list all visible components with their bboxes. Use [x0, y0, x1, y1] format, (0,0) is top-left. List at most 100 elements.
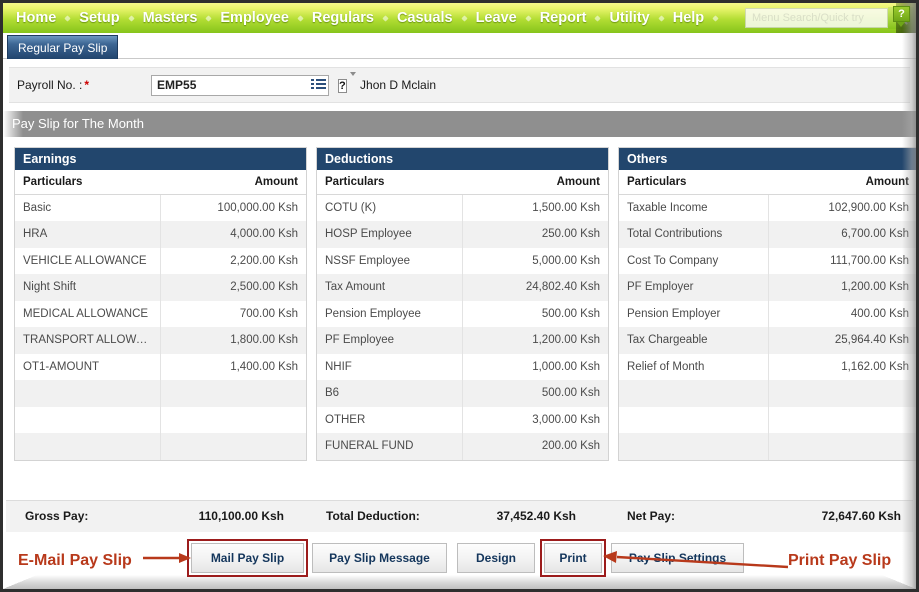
nav-item-casuals[interactable]: Casuals	[388, 3, 462, 33]
mail-pay-slip-button[interactable]: Mail Pay Slip	[191, 543, 304, 573]
nav-item-employee[interactable]: Employee	[211, 3, 298, 33]
table-row: OT1-AMOUNT 1,400.00 Ksh	[15, 353, 306, 380]
nav-item-regulars[interactable]: Regulars	[303, 3, 383, 33]
list-picker-icon[interactable]	[310, 77, 327, 94]
cell-amount: 250.00 Ksh	[462, 221, 608, 248]
tab-strip: Regular Pay Slip	[3, 33, 916, 59]
cell-particular	[15, 380, 161, 407]
deductions-table: Particulars Amount COTU (K) 1,500.00 Ksh …	[317, 170, 608, 460]
nav-item-report[interactable]: Report	[531, 3, 596, 33]
table-row: Pension Employee 500.00 Ksh	[317, 300, 608, 327]
table-row: HRA 4,000.00 Ksh	[15, 221, 306, 248]
annotation-email-pay-slip: E-Mail Pay Slip	[18, 552, 132, 569]
menu-search-input[interactable]	[745, 8, 888, 28]
cell-particular: Night Shift	[23, 281, 77, 294]
cell-amount: 1,162.00 Ksh	[767, 353, 916, 380]
page-title: Pay Slip for The Month	[3, 111, 916, 137]
table-header-row: Particulars Amount	[619, 170, 916, 195]
cell-particular: NHIF	[325, 360, 352, 373]
nav-item-leave[interactable]: Leave	[467, 3, 526, 33]
nav-item-home[interactable]: Home	[7, 3, 65, 33]
panel-earnings: Earnings Particulars Amount Basic 100,000…	[14, 147, 307, 461]
pay-slip-message-button[interactable]: Pay Slip Message	[312, 543, 447, 573]
cell-particular: Tax Amount	[325, 281, 386, 294]
table-row: NHIF 1,000.00 Ksh	[317, 353, 608, 380]
cell-amount: 500.00 Ksh	[462, 300, 608, 327]
cell-particular: Total Contributions	[627, 228, 723, 241]
cell-amount: 200.00 Ksh	[462, 433, 608, 460]
nav-item-masters[interactable]: Masters	[134, 3, 207, 33]
cell-amount: 1,500.00 Ksh	[462, 194, 608, 221]
table-row: Pension Employer 400.00 Ksh	[619, 300, 916, 327]
panel-deductions-title: Deductions	[317, 148, 608, 170]
cell-particular	[15, 407, 161, 434]
cell-amount: 3,000.00 Ksh	[462, 406, 608, 433]
gross-pay-value: 110,100.00 Ksh	[198, 509, 284, 523]
cell-particular: Pension Employee	[325, 307, 421, 320]
cell-amount: 111,700.00 Ksh	[767, 247, 916, 274]
table-row: VEHICLE ALLOWANCE 2,200.00 Ksh	[15, 247, 306, 274]
cell-particular: HRA	[23, 228, 48, 241]
total-deduction-label: Total Deduction:	[326, 509, 420, 523]
column-header-amount: Amount	[768, 170, 916, 195]
cell-amount: 400.00 Ksh	[767, 300, 916, 327]
cell-amount: 24,802.40 Ksh	[462, 274, 608, 301]
cell-amount: 1,000.00 Ksh	[462, 353, 608, 380]
cell-particular	[15, 433, 161, 460]
cell-particular: PF Employee	[325, 334, 395, 347]
cell-particular	[619, 380, 768, 407]
pay-slip-settings-button[interactable]: Pay Slip Settings	[611, 543, 744, 573]
print-button[interactable]: Print	[544, 543, 602, 573]
table-row-empty	[619, 433, 916, 460]
nav-separator-icon	[712, 14, 719, 22]
others-table-body: Taxable Income 102,900.00 Ksh Total Contr…	[619, 194, 916, 460]
payroll-number-label: Payroll No. : *	[17, 78, 89, 92]
nav-item-utility[interactable]: Utility	[600, 3, 658, 33]
pay-slip-panels: Earnings Particulars Amount Basic 100,000…	[3, 137, 916, 461]
cell-amount: 100,000.00 Ksh	[160, 194, 306, 221]
menu-search-group	[745, 7, 916, 29]
table-row: Relief of Month 1,162.00 Ksh	[619, 353, 916, 380]
table-row-empty	[15, 433, 306, 460]
table-row-empty	[15, 380, 306, 407]
cell-particular: OT1-AMOUNT	[23, 360, 100, 373]
nav-item-help[interactable]: Help	[664, 3, 713, 33]
design-button[interactable]: Design	[457, 543, 535, 573]
column-header-particulars: Particulars	[619, 170, 768, 195]
main-navigation-bar: Home Setup Masters Employee Regulars Cas…	[3, 3, 916, 33]
panel-others-title: Others	[619, 148, 916, 170]
cell-amount: 5,000.00 Ksh	[462, 247, 608, 274]
page-help-icon[interactable]: ?	[893, 6, 910, 27]
cell-amount	[767, 406, 916, 433]
payroll-selector-bar: Payroll No. :* ? Jhon D Mclain	[9, 67, 910, 103]
payroll-help-tail-icon	[349, 71, 356, 93]
cell-amount: 6,700.00 Ksh	[767, 221, 916, 248]
tab-regular-pay-slip[interactable]: Regular Pay Slip	[7, 35, 119, 59]
gross-pay-label: Gross Pay:	[25, 509, 89, 523]
table-row: FUNERAL FUND 200.00 Ksh	[317, 433, 608, 460]
help-badge-glyph: ?	[893, 6, 910, 22]
panel-deductions: Deductions Particulars Amount COTU (K) 1,…	[316, 147, 609, 461]
cell-amount	[160, 380, 306, 407]
payroll-help-glyph: ?	[338, 78, 347, 93]
earnings-table: Particulars Amount Basic 100,000.00 Ksh H…	[15, 170, 306, 460]
payroll-help-icon[interactable]: ?	[338, 71, 356, 95]
cell-particular	[619, 407, 768, 434]
table-row: COTU (K) 1,500.00 Ksh	[317, 194, 608, 221]
table-row: PF Employee 1,200.00 Ksh	[317, 327, 608, 354]
column-header-amount: Amount	[462, 170, 608, 195]
earnings-table-body: Basic 100,000.00 Ksh HRA 4,000.00 Ksh VEHI…	[15, 194, 306, 460]
cell-particular: HOSP Employee	[325, 228, 412, 241]
cell-particular: Pension Employer	[627, 307, 721, 320]
nav-item-setup[interactable]: Setup	[70, 3, 128, 33]
cell-amount	[160, 433, 306, 460]
payroll-number-input[interactable]	[151, 74, 330, 96]
cell-amount	[767, 433, 916, 460]
table-row: MEDICAL ALLOWANCE 700.00 Ksh	[15, 300, 306, 327]
cell-amount: 1,800.00 Ksh	[160, 327, 306, 354]
table-row-empty	[619, 406, 916, 434]
cell-particular: OTHER	[325, 413, 366, 426]
cell-amount	[767, 380, 916, 407]
table-row-empty	[15, 406, 306, 434]
employee-name: Jhon D Mclain	[360, 78, 437, 92]
